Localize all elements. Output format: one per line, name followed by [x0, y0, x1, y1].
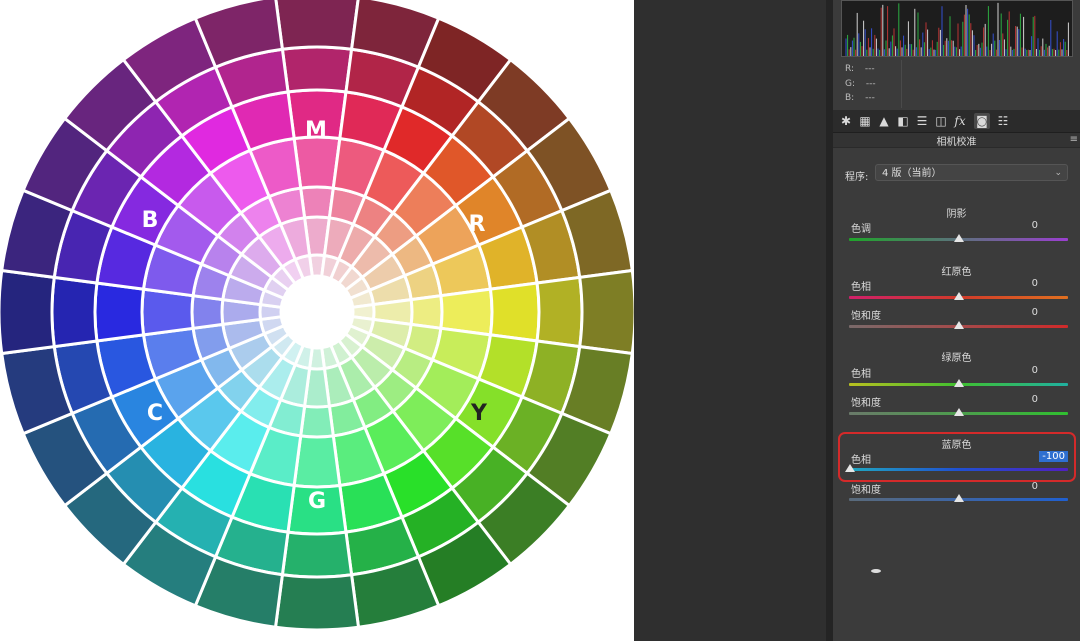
green-sat-thumb[interactable]: [954, 408, 964, 416]
mountain-icon[interactable]: ▲: [876, 113, 892, 129]
wheel-letter-r: R: [469, 212, 486, 237]
shadow-group-title: 阴影: [946, 209, 967, 220]
wheel-segment: [190, 294, 225, 330]
wheel-segment: [280, 530, 354, 579]
panel-menu-icon[interactable]: ≡: [1070, 134, 1078, 145]
wheel-segment: [0, 268, 56, 356]
camera-raw-panel: R: --- G: --- B: --- ✱ ▦ ▲ ◧ ☰ ◫ fx ◙ ☷ …: [833, 0, 1080, 641]
r-value: ---: [864, 64, 875, 74]
b-value: ---: [865, 93, 875, 103]
lens-icon[interactable]: ◫: [933, 113, 949, 129]
cursor-mark: [871, 569, 881, 573]
wheel-segment: [273, 573, 361, 632]
panel-tab-bar: ✱ ▦ ▲ ◧ ☰ ◫ fx ◙ ☷: [833, 110, 1080, 133]
color-wheel: M R Y G C B: [0, 0, 634, 632]
shadow-tint-thumb[interactable]: [954, 234, 964, 242]
red-hue-thumb[interactable]: [954, 292, 964, 300]
wheel-segment: [299, 185, 335, 220]
wheel-segment: [93, 281, 146, 343]
wheel-segment: [488, 281, 541, 343]
wheel-letter-m: M: [305, 118, 327, 143]
red-sat-value[interactable]: 0: [1032, 307, 1038, 318]
shadow-tint-label: 色调: [851, 224, 871, 235]
green-sat-label: 饱和度: [851, 398, 881, 409]
green-sat-value[interactable]: 0: [1032, 394, 1038, 405]
red-group-title: 红原色: [941, 267, 972, 278]
wheel-letter-b: B: [142, 208, 159, 233]
program-select[interactable]: 4 版（当前） ⌄: [875, 164, 1068, 181]
r-label: R:: [845, 64, 855, 74]
wheel-letter-c: C: [147, 401, 163, 426]
program-select-value: 4 版（当前）: [882, 168, 942, 179]
g-label: G:: [845, 79, 856, 89]
camera-icon[interactable]: ◙: [974, 113, 990, 129]
red-sat-thumb[interactable]: [954, 321, 964, 329]
green-hue-value[interactable]: 0: [1032, 365, 1038, 376]
red-sat-label: 饱和度: [851, 311, 881, 322]
red-hue-label: 色相: [851, 282, 871, 293]
fx-icon[interactable]: fx: [952, 113, 968, 129]
blue-sat-thumb[interactable]: [954, 494, 964, 502]
b-label: B:: [845, 93, 855, 103]
green-hue-thumb[interactable]: [954, 379, 964, 387]
wheel-letter-y: Y: [470, 401, 488, 426]
wheel-segment: [50, 275, 99, 349]
panel-divider[interactable]: [826, 0, 833, 641]
histogram: [841, 0, 1073, 57]
rgb-r-readout: R: ---: [845, 64, 875, 74]
aperture-icon[interactable]: ✱: [838, 113, 854, 129]
wheel-segment: [578, 268, 634, 356]
section-title: 相机校准: [833, 133, 1080, 148]
program-label: 程序:: [845, 172, 869, 183]
workspace-background: [634, 0, 828, 641]
g-value: ---: [865, 79, 876, 89]
rgb-b-readout: B: ---: [845, 93, 875, 103]
sliders-icon[interactable]: ☷: [995, 113, 1011, 129]
histogram-graph: [845, 2, 1069, 56]
green-group-title: 绿原色: [941, 353, 972, 364]
wheel-segment: [274, 0, 360, 51]
blue-sat-label: 饱和度: [851, 485, 881, 496]
chevron-down-icon: ⌄: [1054, 168, 1062, 178]
blue-sat-value[interactable]: 0: [1032, 481, 1038, 492]
rgb-g-readout: G: ---: [845, 79, 876, 89]
wheel-segment: [280, 45, 354, 94]
blue-hue-highlight-box: [838, 432, 1076, 482]
bars-icon[interactable]: ☰: [914, 113, 930, 129]
red-hue-value[interactable]: 0: [1032, 278, 1038, 289]
wheel-segment: [299, 404, 335, 439]
shadow-tint-value[interactable]: 0: [1032, 220, 1038, 231]
split-box-icon[interactable]: ◧: [895, 113, 911, 129]
wheel-segment: [535, 275, 584, 349]
wheel-letter-g: G: [308, 489, 326, 514]
canvas-area: M R Y G C B: [0, 0, 634, 641]
green-hue-label: 色相: [851, 369, 871, 380]
grid-icon[interactable]: ▦: [857, 113, 873, 129]
wheel-segment: [409, 294, 444, 330]
